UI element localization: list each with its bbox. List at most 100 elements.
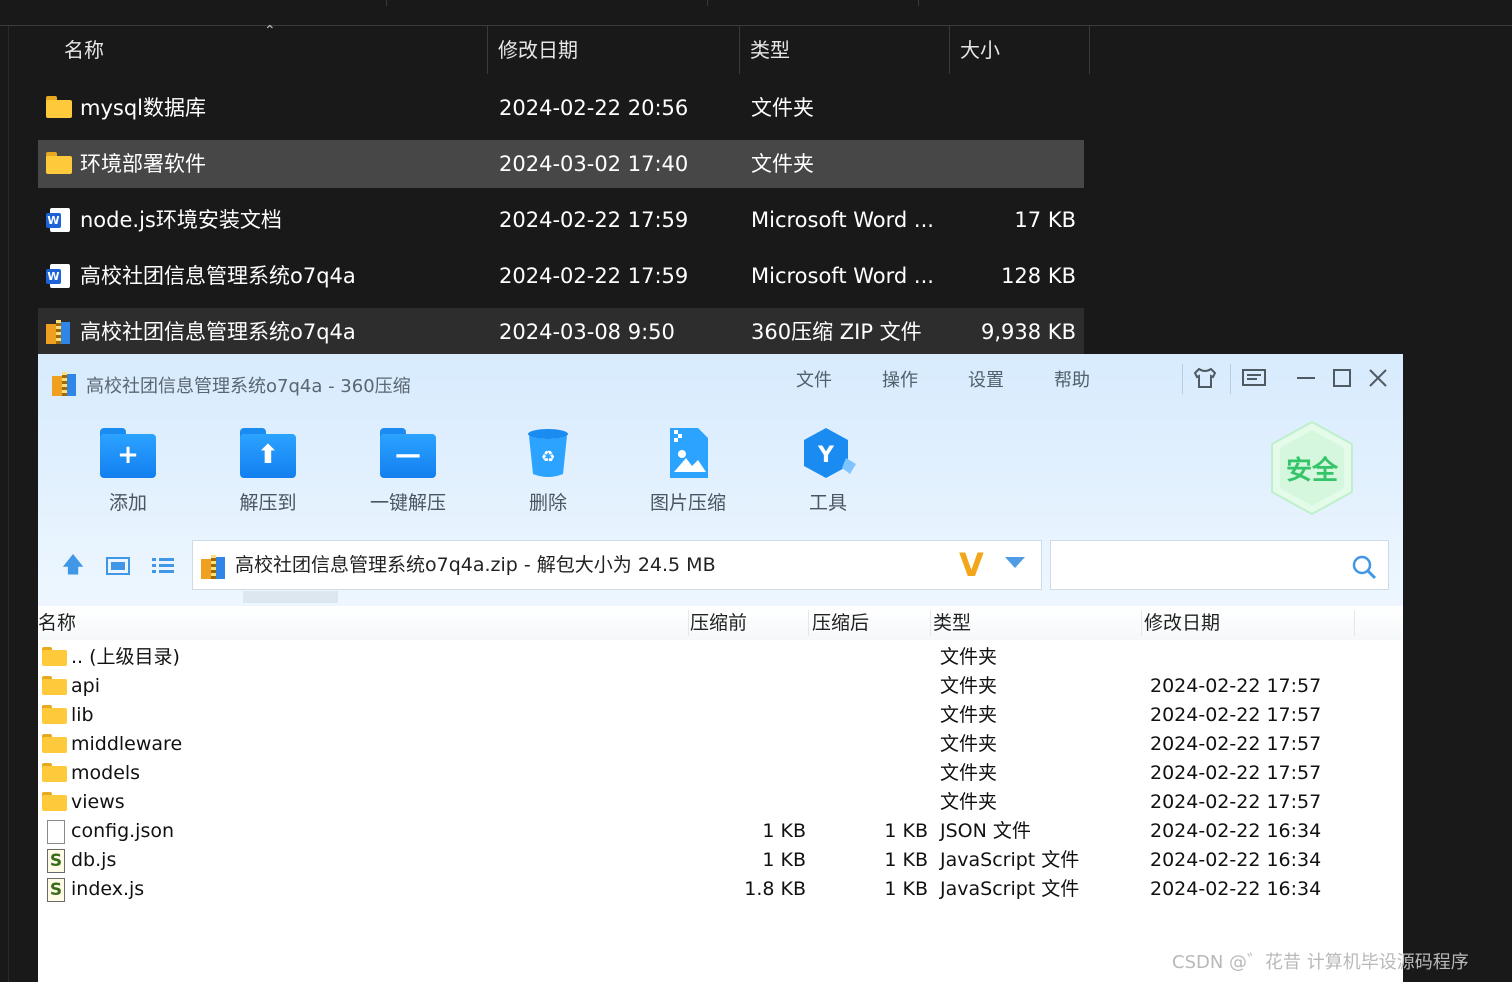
thumbnail-view-icon[interactable] bbox=[105, 554, 131, 578]
app-zip-icon bbox=[52, 370, 80, 396]
skin-icon[interactable] bbox=[1189, 362, 1221, 394]
entry-type: 文件夹 bbox=[940, 704, 998, 726]
col-header-name[interactable]: 名称 bbox=[38, 606, 76, 640]
extract-to-label: 解压到 bbox=[239, 492, 297, 514]
archive-row[interactable]: middleware 文件夹 2024-02-22 17:57 bbox=[38, 730, 1403, 759]
feedback-icon[interactable] bbox=[1238, 362, 1270, 394]
title-separator bbox=[1230, 364, 1231, 394]
archive-row[interactable]: .. (上级目录) 文件夹 bbox=[38, 643, 1403, 672]
search-icon[interactable] bbox=[1350, 553, 1378, 581]
safe-badge-label: 安全 bbox=[1285, 456, 1338, 486]
menu-operate[interactable]: 操作 bbox=[882, 366, 918, 392]
archive-column-header: 名称 压缩前 压缩后 类型 修改日期 bbox=[38, 606, 1403, 640]
file-row-selected[interactable]: 环境部署软件 2024-03-02 17:40 文件夹 bbox=[38, 140, 1084, 188]
file-row-hovered[interactable]: 高校社团信息管理系统o7q4a 2024-03-08 9:50 360压缩 ZI… bbox=[38, 308, 1084, 356]
entry-size-after: 1 KB bbox=[884, 820, 928, 842]
col-header-after[interactable]: 压缩后 bbox=[812, 606, 869, 640]
maximize-icon[interactable] bbox=[1326, 362, 1358, 394]
csdn-watermark: CSDN @゛花昔 计算机毕设源码程序 bbox=[1172, 952, 1469, 973]
json-file-icon bbox=[42, 820, 68, 844]
close-icon[interactable] bbox=[1362, 362, 1394, 394]
entry-type: 文件夹 bbox=[940, 762, 998, 784]
file-size: 128 KB bbox=[1001, 264, 1076, 288]
entry-size-before: 1 KB bbox=[762, 820, 806, 842]
col-header-before[interactable]: 压缩前 bbox=[690, 606, 747, 640]
archive-row[interactable]: models 文件夹 2024-02-22 17:57 bbox=[38, 759, 1403, 788]
entry-name: lib bbox=[71, 704, 94, 726]
entry-modified: 2024-02-22 17:57 bbox=[1150, 733, 1322, 755]
file-row[interactable]: W 高校社团信息管理系统o7q4a 2024-02-22 17:59 Micro… bbox=[38, 252, 1084, 300]
folder-icon bbox=[46, 152, 72, 176]
entry-size-before: 1.8 KB bbox=[744, 878, 806, 900]
add-button[interactable]: + 添加 bbox=[73, 422, 183, 522]
window-title: 高校社团信息管理系统o7q4a - 360压缩 bbox=[86, 376, 411, 397]
delete-button[interactable]: ♻ 删除 bbox=[493, 422, 603, 522]
entry-name: db.js bbox=[71, 849, 117, 871]
archive-row[interactable]: config.json 1 KB 1 KB JSON 文件 2024-02-22… bbox=[38, 817, 1403, 846]
zip-logo-v-icon: V bbox=[959, 546, 984, 584]
tools-label: 工具 bbox=[808, 492, 847, 514]
js-file-icon: S bbox=[42, 849, 68, 873]
nav-pane-divider bbox=[8, 26, 9, 982]
image-compress-button[interactable]: 图片压缩 bbox=[633, 422, 743, 522]
entry-name: middleware bbox=[71, 733, 183, 755]
col-header-size[interactable]: 大小 bbox=[950, 26, 1090, 74]
file-modified: 2024-03-08 9:50 bbox=[499, 320, 675, 344]
entry-name: .. (上级目录) bbox=[71, 646, 180, 668]
file-size: 9,938 KB bbox=[981, 320, 1076, 344]
menu-file[interactable]: 文件 bbox=[796, 366, 832, 392]
archive-row[interactable]: lib 文件夹 2024-02-22 17:57 bbox=[38, 701, 1403, 730]
js-file-icon: S bbox=[42, 878, 68, 902]
archive-row[interactable]: api 文件夹 2024-02-22 17:57 bbox=[38, 672, 1403, 701]
col-header-modified[interactable]: 修改日期 bbox=[1144, 606, 1220, 640]
list-view-icon[interactable] bbox=[150, 554, 176, 578]
entry-type: 文件夹 bbox=[940, 791, 998, 813]
explorer-top-bar bbox=[0, 0, 1512, 26]
entry-modified: 2024-02-22 17:57 bbox=[1150, 791, 1322, 813]
address-zip-icon bbox=[201, 553, 229, 579]
file-name: mysql数据库 bbox=[80, 96, 206, 120]
file-size: 17 KB bbox=[1014, 208, 1076, 232]
entry-size-after: 1 KB bbox=[884, 878, 928, 900]
folder-icon bbox=[42, 791, 68, 813]
file-modified: 2024-02-22 20:56 bbox=[499, 96, 689, 120]
chevron-down-icon[interactable] bbox=[1005, 557, 1025, 568]
file-type: Microsoft Word ... bbox=[751, 264, 934, 288]
file-row[interactable]: mysql数据库 2024-02-22 20:56 文件夹 bbox=[38, 84, 1084, 132]
svg-text:♻: ♻ bbox=[541, 447, 555, 466]
archive-row[interactable]: views 文件夹 2024-02-22 17:57 bbox=[38, 788, 1403, 817]
entry-type: JavaScript 文件 bbox=[940, 849, 1080, 871]
one-click-extract-button[interactable]: — 一键解压 bbox=[353, 422, 463, 522]
archive-row[interactable]: S index.js 1.8 KB 1 KB JavaScript 文件 202… bbox=[38, 875, 1403, 904]
address-scroll-tab bbox=[243, 591, 338, 603]
svg-text:Y: Y bbox=[817, 443, 835, 468]
extract-folder-icon: ⬆ bbox=[240, 428, 296, 478]
entry-modified: 2024-02-22 16:34 bbox=[1150, 849, 1322, 871]
tools-button[interactable]: Y 工具 bbox=[773, 422, 883, 522]
file-row[interactable]: W node.js环境安装文档 2024-02-22 17:59 Microso… bbox=[38, 196, 1084, 244]
extract-to-button[interactable]: ⬆ 解压到 bbox=[213, 422, 323, 522]
sort-up-icon: ⌃ bbox=[264, 23, 276, 39]
address-bar[interactable]: 高校社团信息管理系统o7q4a.zip - 解包大小为 24.5 MB V bbox=[192, 540, 1042, 590]
col-header-type[interactable]: 类型 bbox=[933, 606, 971, 640]
file-type: 文件夹 bbox=[751, 152, 814, 176]
entry-size-before: 1 KB bbox=[762, 849, 806, 871]
explorer-column-header: 名称 ⌃ 修改日期 类型 大小 bbox=[38, 23, 1090, 74]
col-header-modified[interactable]: 修改日期 bbox=[488, 26, 740, 74]
menu-help[interactable]: 帮助 bbox=[1054, 366, 1090, 392]
up-level-icon[interactable]: 🡅 bbox=[60, 554, 86, 578]
search-input[interactable] bbox=[1050, 540, 1389, 590]
file-type: 文件夹 bbox=[751, 96, 814, 120]
file-name: 环境部署软件 bbox=[80, 152, 206, 176]
col-header-name[interactable]: 名称 ⌃ bbox=[38, 23, 488, 74]
menu-settings[interactable]: 设置 bbox=[968, 366, 1004, 392]
word-doc-icon: W bbox=[46, 208, 72, 232]
zip-archive-icon bbox=[46, 320, 72, 344]
folder-icon bbox=[42, 733, 68, 755]
add-label: 添加 bbox=[108, 492, 147, 514]
col-header-type[interactable]: 类型 bbox=[740, 26, 950, 74]
minimize-icon[interactable] bbox=[1290, 362, 1322, 394]
safe-shield-icon[interactable]: 安全 bbox=[1270, 420, 1354, 516]
archive-row[interactable]: S db.js 1 KB 1 KB JavaScript 文件 2024-02-… bbox=[38, 846, 1403, 875]
entry-type: JavaScript 文件 bbox=[940, 878, 1080, 900]
